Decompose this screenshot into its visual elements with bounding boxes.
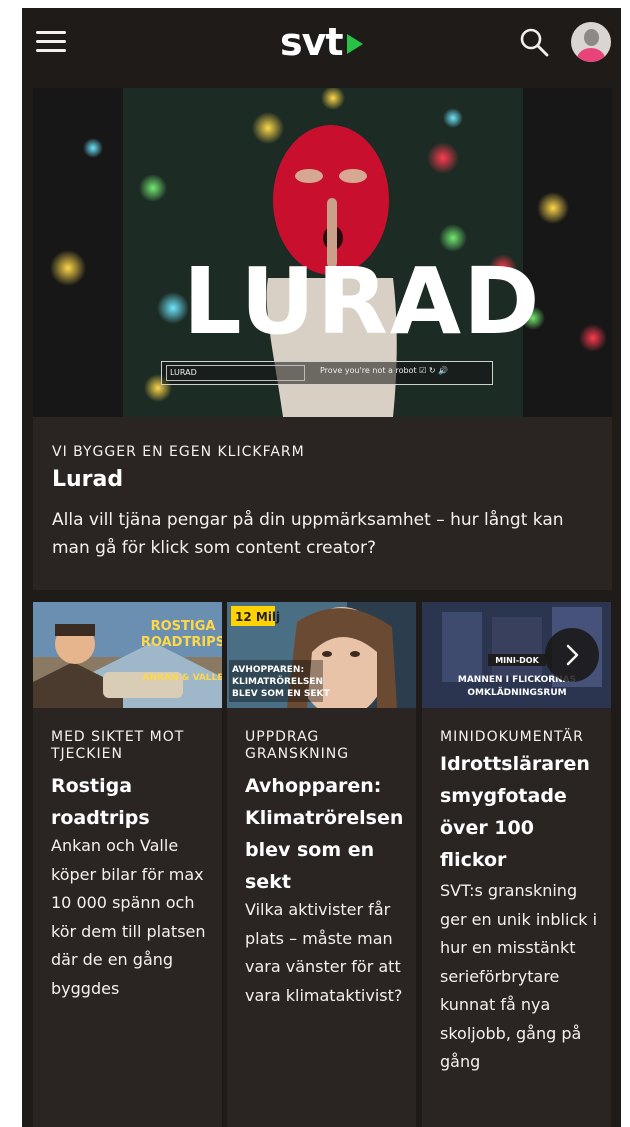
card-description: SVT:s granskning ger en unik inblick i h… — [440, 881, 598, 1071]
card-image-text: OMKLÄDNINGSRUM — [467, 687, 566, 698]
card-rostiga-roadtrips[interactable]: ROSTIGA ROADTRIPS ANKAN & VALLE MED SIKT… — [33, 602, 222, 1127]
captcha-text: Prove you're not a robot ☑ ↻ 🔊 — [320, 366, 449, 375]
card-title[interactable]: Idrottsläraren smygfotade över 100 flick… — [440, 748, 600, 876]
card-image-text: KLIMATRÖRELSEN — [232, 676, 323, 687]
card-image: ROSTIGA ROADTRIPS ANKAN & VALLE — [33, 602, 222, 708]
card-image-text: 12 Milj — [235, 610, 280, 624]
card-image-text: ROADTRIPS — [141, 635, 222, 650]
card-description: Vilka aktivister får plats – måste man v… — [245, 900, 403, 1005]
app-screen: svt LURAD LURAD Prove you're not a robot… — [22, 8, 621, 1127]
hero-eyebrow: VI BYGGER EN EGEN KLICKFARM — [52, 444, 305, 460]
svt-logo[interactable]: svt — [280, 18, 363, 66]
play-icon — [346, 34, 363, 54]
top-bar: svt — [22, 8, 621, 80]
captcha-graphic: LURAD Prove you're not a robot ☑ ↻ 🔊 — [161, 361, 493, 385]
card-image-text: ANKAN & VALLE — [142, 673, 222, 683]
card-image-text: BLEV SOM EN SEKT — [232, 689, 330, 699]
card-image-text: ROSTIGA — [151, 619, 216, 634]
card-image-text: MINI-DOK — [495, 656, 539, 665]
hero-card[interactable]: LURAD LURAD Prove you're not a robot ☑ ↻… — [33, 88, 612, 590]
card-title[interactable]: Rostiga roadtrips — [51, 770, 211, 834]
card-eyebrow: MED SIKTET MOT TJECKIEN — [51, 729, 185, 762]
user-avatar-icon[interactable] — [571, 22, 611, 62]
hero-image: LURAD LURAD Prove you're not a robot ☑ ↻… — [33, 88, 612, 417]
hamburger-icon[interactable] — [36, 30, 66, 54]
hero-description: Alla vill tjäna pengar på din uppmärksam… — [52, 510, 564, 558]
search-icon[interactable] — [518, 26, 550, 58]
card-image: 12 Milj AVHOPPAREN: KLIMATRÖRELSEN BLEV … — [227, 602, 416, 708]
card-eyebrow: MINIDOKUMENTÄR — [440, 729, 584, 745]
card-description: Ankan och Valle köper bilar för max 10 0… — [51, 836, 206, 998]
hero-art-title: LURAD — [183, 248, 542, 355]
card-title[interactable]: Avhopparen: Klimatrörelsen blev som en s… — [245, 770, 405, 898]
card-idrottslararen[interactable]: MINI-DOK MANNEN I FLICKORNAS OMKLÄDNINGS… — [422, 602, 611, 1127]
hero-title[interactable]: Lurad — [52, 467, 123, 492]
logo-text: svt — [280, 20, 344, 64]
card-eyebrow: UPPDRAG GRANSKNING — [245, 729, 350, 762]
card-image-text: AVHOPPAREN: — [232, 665, 304, 675]
card-avhopparen[interactable]: 12 Milj AVHOPPAREN: KLIMATRÖRELSEN BLEV … — [227, 602, 416, 1127]
chevron-right-icon[interactable] — [545, 628, 599, 682]
captcha-input-graphic: LURAD — [166, 365, 305, 381]
